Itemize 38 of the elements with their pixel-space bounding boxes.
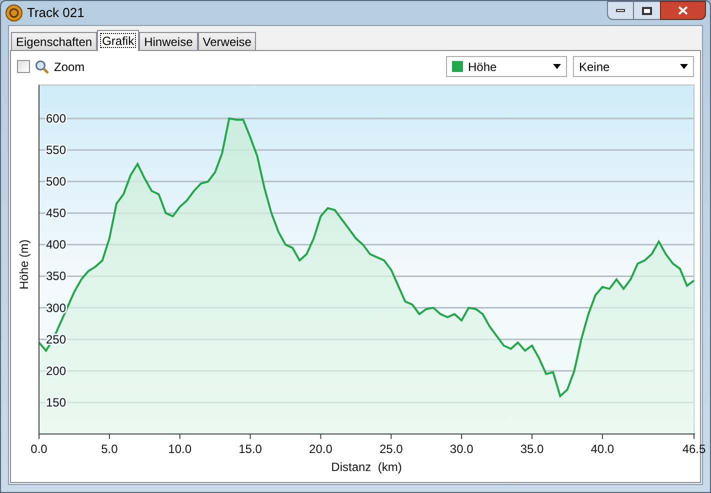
close-icon <box>678 6 688 15</box>
dropdown[interactable]: Keine <box>573 56 694 77</box>
window-title: Track 021 <box>27 4 84 22</box>
magnifier-icon <box>35 60 49 74</box>
x-tick-label: 0.0 <box>30 442 48 456</box>
y-tick-label: 200 <box>46 364 66 378</box>
y-tick-label: 550 <box>46 143 66 157</box>
x-tick-label: 10.0 <box>168 442 192 456</box>
x-tick-label: 46.5 <box>682 442 706 456</box>
dropdown[interactable]: Höhe <box>446 56 567 77</box>
tab[interactable]: Eigenschaften <box>11 32 98 50</box>
x-tick-label: 40.0 <box>590 442 614 456</box>
maximize-button[interactable] <box>634 1 660 20</box>
x-tick-label: 5.0 <box>101 442 118 456</box>
caret-icon <box>680 64 688 69</box>
zoom-label: Zoom <box>54 58 85 76</box>
x-tick-label: 35.0 <box>520 442 544 456</box>
zoom-checkbox[interactable] <box>17 60 30 73</box>
y-tick-label: 450 <box>46 206 66 220</box>
tab[interactable]: Grafik <box>97 30 140 51</box>
caret-icon <box>553 64 561 69</box>
y-tick-label: 350 <box>46 269 66 284</box>
x-axis-title: Distanz (km) <box>331 460 402 474</box>
compass-icon <box>5 4 23 22</box>
y-tick-label: 600 <box>46 111 66 126</box>
x-tick-label: 25.0 <box>379 442 403 456</box>
x-tick-label: 15.0 <box>238 442 262 456</box>
x-tick-label: 20.0 <box>309 442 332 456</box>
tab[interactable]: Verweise <box>198 32 256 50</box>
y-tick-label: 150 <box>46 395 66 410</box>
close-button[interactable] <box>660 1 706 20</box>
y-tick-label: 500 <box>46 174 66 189</box>
y-axis-title: Höhe (m) <box>17 240 31 290</box>
x-tick-label: 30.0 <box>450 442 474 456</box>
y-tick-label: 300 <box>46 300 66 315</box>
minimize-button[interactable] <box>607 1 634 20</box>
tab[interactable]: Hinweise <box>139 32 198 50</box>
y-tick-label: 400 <box>46 238 66 252</box>
